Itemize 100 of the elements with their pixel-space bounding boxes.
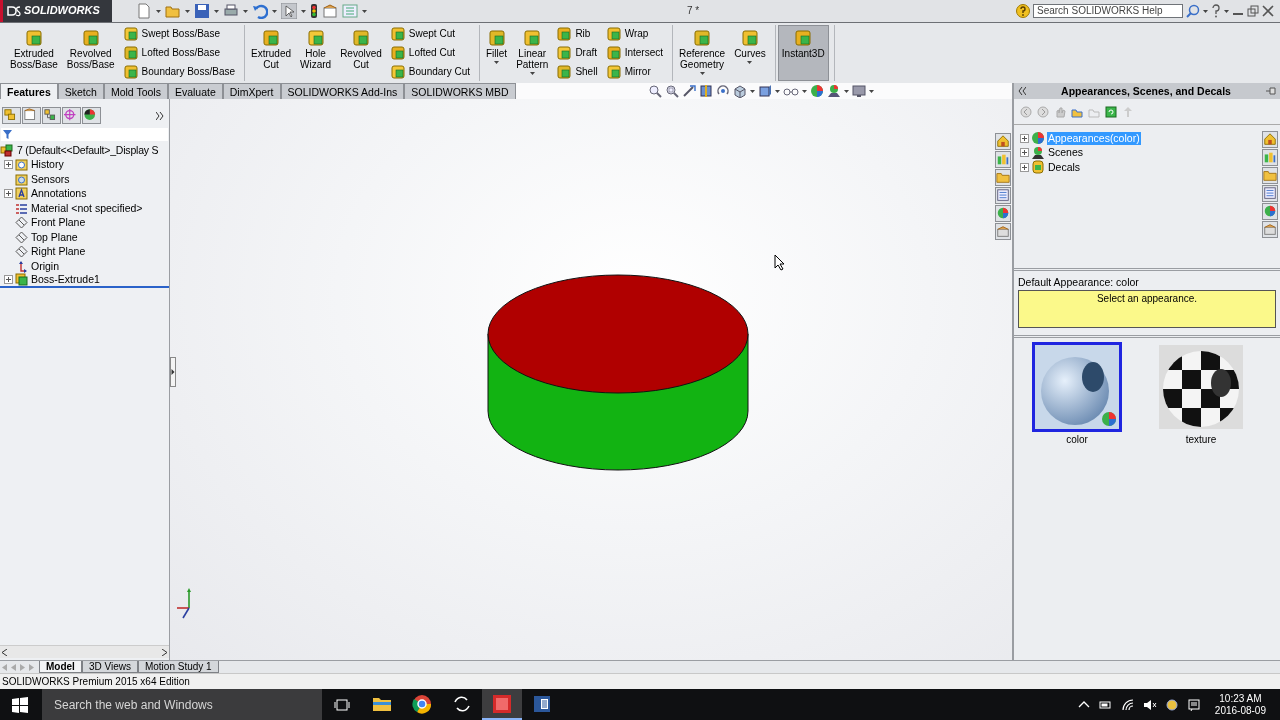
restore-icon[interactable]	[1247, 5, 1259, 17]
ribbon-button[interactable]: Rib	[555, 27, 600, 42]
printer-icon[interactable]	[223, 3, 239, 19]
ribbon-button[interactable]: Draft	[555, 46, 600, 60]
caret-icon[interactable]	[801, 89, 807, 93]
ribbon-button[interactable]: Swept Boss/Base	[121, 27, 237, 42]
ribbon-button[interactable]: Extruded Cut	[247, 25, 296, 81]
chevrons-icon[interactable]	[156, 111, 164, 120]
caret-icon[interactable]	[843, 89, 849, 93]
help-icon[interactable]	[1016, 4, 1030, 18]
ribbon-button[interactable]: Boundary Cut	[388, 64, 472, 79]
tree-item[interactable]: Front Plane	[30, 216, 87, 230]
command-tab[interactable]: Features	[0, 83, 58, 99]
wifi-icon[interactable]	[1120, 697, 1135, 712]
ribbon-button[interactable]: Shell	[555, 64, 600, 79]
box-icon[interactable]	[995, 223, 1011, 240]
caret-icon[interactable]	[868, 89, 874, 93]
ribbon-button[interactable]: Instant3D	[777, 25, 829, 81]
caret-icon[interactable]	[156, 9, 161, 13]
part-icon[interactable]	[0, 143, 14, 157]
caret-icon[interactable]	[214, 9, 219, 13]
ribbon-button[interactable]: Intersect	[604, 46, 665, 60]
expand-toggle-icon[interactable]	[4, 160, 13, 170]
library-icon[interactable]	[1262, 149, 1278, 166]
help-search-field[interactable]: Search SOLIDWORKS Help	[1033, 4, 1183, 18]
color-sphere-icon[interactable]	[1262, 203, 1278, 220]
caret-icon[interactable]	[699, 72, 705, 75]
ribbon-button[interactable]: Revolved Boss/Base	[62, 25, 119, 81]
library-icon[interactable]	[995, 151, 1011, 168]
tree-item[interactable]: Annotations	[30, 187, 88, 201]
filter-field[interactable]	[1, 128, 168, 141]
ribbon-button[interactable]: Revolved Cut	[336, 25, 386, 81]
tree-item[interactable]: 7 (Default<<Default>_Display S	[16, 143, 160, 157]
speaker-icon[interactable]	[1142, 697, 1157, 712]
chevrons-left-icon[interactable]	[1018, 87, 1026, 95]
caret-icon[interactable]	[494, 61, 500, 64]
scene-icon[interactable]	[826, 84, 841, 98]
pin-icon[interactable]	[1266, 87, 1276, 95]
options-icon[interactable]	[322, 3, 338, 19]
bottom-tab[interactable]: Motion Study 1	[137, 661, 219, 673]
caret-icon[interactable]	[529, 72, 535, 75]
cube-icon[interactable]	[732, 84, 747, 98]
command-tab[interactable]: SOLIDWORKS MBD	[404, 83, 516, 99]
tree-item[interactable]: Scenes	[1047, 146, 1085, 160]
tree-item[interactable]: History	[30, 158, 65, 172]
caret-icon[interactable]	[747, 61, 753, 64]
monitor-icon[interactable]	[851, 84, 866, 98]
expand-toggle-icon[interactable]	[1020, 162, 1029, 172]
caret-icon[interactable]	[185, 9, 190, 13]
ribbon-button[interactable]: Boundary Boss/Base	[121, 64, 237, 79]
help-question-icon[interactable]	[1211, 4, 1221, 18]
ribbon-button[interactable]: Extruded Boss/Base	[6, 25, 62, 81]
caret-icon[interactable]	[272, 9, 277, 13]
command-tab[interactable]: SOLIDWORKS Add-Ins	[280, 83, 405, 99]
caret-icon[interactable]	[243, 9, 248, 13]
ribbon-button[interactable]: Swept Cut	[388, 27, 472, 42]
notification-icon[interactable]	[1186, 697, 1201, 712]
color-sphere-icon[interactable]	[809, 84, 824, 98]
caret-icon[interactable]	[749, 89, 755, 93]
taskbar-search-field[interactable]: Search the web and Windows	[42, 689, 322, 720]
filter-icon[interactable]	[3, 130, 12, 139]
house-icon[interactable]	[1262, 131, 1278, 148]
box-icon[interactable]	[1262, 221, 1278, 238]
command-tab[interactable]: DimXpert	[222, 83, 281, 99]
save-icon[interactable]	[194, 3, 210, 19]
start-icon[interactable]	[12, 696, 28, 713]
panel-collapse-handle[interactable]	[170, 357, 176, 387]
section-view-icon[interactable]	[698, 84, 713, 98]
task-view-icon[interactable]	[334, 697, 350, 712]
ribbon-button[interactable]: Reference Geometry	[675, 25, 730, 81]
tree-item[interactable]: Decals	[1047, 160, 1082, 174]
caret-icon[interactable]	[1203, 9, 1208, 13]
ribbon-button[interactable]: Mirror	[604, 64, 665, 79]
command-tab[interactable]: Sketch	[57, 83, 104, 99]
search-icon[interactable]	[1186, 4, 1200, 18]
tree-item[interactable]: Origin	[30, 259, 60, 273]
ribbon-button[interactable]: Lofted Cut	[388, 46, 472, 60]
tree-item[interactable]: Top Plane	[30, 230, 79, 244]
list-icon[interactable]	[1262, 185, 1278, 202]
undo-icon[interactable]	[252, 3, 268, 19]
scroll-right-icon[interactable]	[162, 648, 167, 656]
ribbon-button[interactable]: Fillet	[482, 25, 512, 81]
command-tab[interactable]: Mold Tools	[103, 83, 168, 99]
tree-icon[interactable]	[2, 107, 21, 124]
tree-item[interactable]: Right Plane	[30, 245, 87, 259]
list-icon[interactable]	[995, 187, 1011, 204]
expand-toggle-icon[interactable]	[1020, 148, 1029, 158]
caret-icon[interactable]	[774, 89, 780, 93]
ribbon-button[interactable]: Linear Pattern	[512, 25, 553, 81]
color-sphere-icon[interactable]	[995, 205, 1011, 222]
close-icon[interactable]	[1262, 5, 1274, 17]
expand-toggle-icon[interactable]	[1020, 133, 1029, 143]
command-tab[interactable]: Evaluate	[167, 83, 223, 99]
house-icon[interactable]	[995, 133, 1011, 150]
traffic-light-icon[interactable]	[310, 3, 318, 19]
configuration-icon[interactable]	[42, 107, 61, 124]
caret-icon[interactable]	[1224, 9, 1229, 13]
ribbon-button[interactable]: Lofted Boss/Base	[121, 46, 237, 60]
ribbon-button[interactable]: Curves	[730, 25, 770, 81]
refresh-icon[interactable]	[1105, 105, 1117, 118]
